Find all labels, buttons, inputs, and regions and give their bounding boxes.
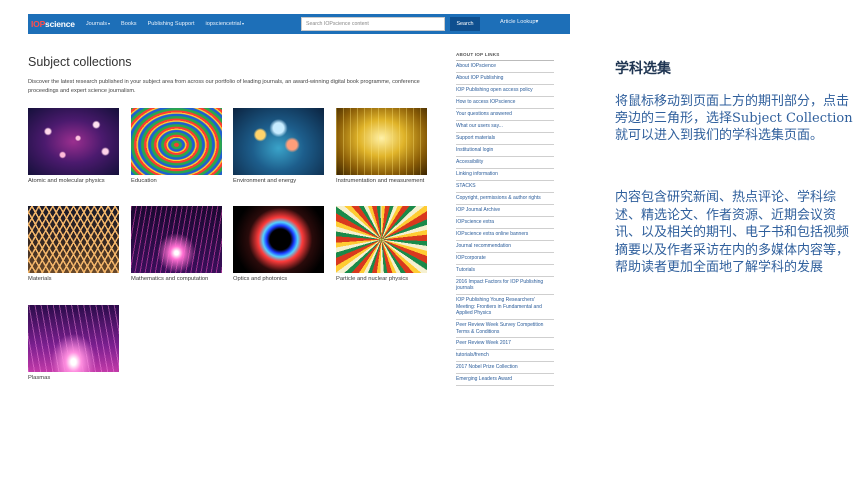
sidebar-link[interactable]: IOP Journal Archive [456, 205, 554, 217]
iopscience-logo[interactable]: IOPscience [31, 19, 75, 29]
collection-link-instrumentation[interactable]: Instrumentation and measurement [336, 178, 428, 185]
sidebar-link[interactable]: Tutorials [456, 265, 554, 277]
collection-link-plasmas[interactable]: Plasmas [28, 375, 120, 382]
sidebar-link[interactable]: IOPscience extra [456, 217, 554, 229]
top-navbar: IOPscience Journals▾ Books Publishing Su… [28, 14, 570, 34]
search-button[interactable]: Search [450, 17, 480, 31]
sidebar-link-list: About IOPscience About IOP Publishing IOP … [456, 61, 554, 387]
sidebar-link[interactable]: Peer Review Week Survey Competition Term… [456, 320, 554, 339]
search-input[interactable]: Search IOPscience content [301, 17, 445, 31]
collection-link-optics[interactable]: Optics and photonics [233, 276, 325, 283]
collection-image-environment[interactable] [233, 108, 324, 175]
chevron-down-icon: ▾ [535, 19, 539, 25]
collection-link-atomic[interactable]: Atomic and molecular physics [28, 178, 120, 185]
collection-link-mathematics[interactable]: Mathematics and computation [131, 276, 223, 283]
chevron-down-icon: ▾ [241, 21, 244, 26]
sidebar-link[interactable]: About IOPscience [456, 61, 554, 73]
collection-link-materials[interactable]: Materials [28, 276, 120, 283]
sidebar-link[interactable]: Peer Review Week 2017 [456, 338, 554, 351]
sidebar-link[interactable]: Institutional login [456, 145, 554, 157]
annotation-title: 学科选集 [615, 60, 671, 76]
sidebar-link[interactable]: 2016 Impact Factors for IOP Publishing j… [456, 277, 554, 296]
chevron-down-icon: ▾ [108, 21, 111, 26]
nav-books[interactable]: Books [121, 21, 137, 27]
collection-image-atomic[interactable] [28, 108, 119, 175]
collection-link-environment[interactable]: Environment and energy [233, 178, 325, 185]
collection-link-particle[interactable]: Particle and nuclear physics [336, 276, 428, 283]
collection-image-materials[interactable] [28, 206, 119, 273]
sidebar-link[interactable]: Your questions answered [456, 109, 554, 121]
collection-image-particle[interactable] [336, 206, 427, 273]
sidebar-link[interactable]: Accessibility [456, 157, 554, 169]
sidebar-link[interactable]: IOPscience extra online banners [456, 229, 554, 241]
collection-image-mathematics[interactable] [131, 206, 222, 273]
sidebar-link[interactable]: What our users say... [456, 121, 554, 133]
sidebar-link[interactable]: How to access IOPscience [456, 97, 554, 109]
sidebar-link[interactable]: Copyright, permissions & author rights [456, 193, 554, 205]
collection-image-plasmas[interactable] [28, 305, 119, 372]
collection-image-optics[interactable] [233, 206, 324, 273]
sidebar-link[interactable]: STACKS [456, 181, 554, 193]
sidebar-link[interactable]: Support materials [456, 133, 554, 145]
nav-journals[interactable]: Journals▾ [86, 21, 110, 27]
page-title: Subject collections [28, 55, 132, 69]
sidebar-link[interactable]: IOPcorporate [456, 253, 554, 265]
nav-publishing-support[interactable]: Publishing Support [148, 21, 195, 27]
collection-image-education[interactable] [131, 108, 222, 175]
article-lookup-menu[interactable]: Article Lookup▾ [500, 19, 538, 25]
sidebar-link[interactable]: tutorials/french [456, 350, 554, 363]
sidebar-link[interactable]: IOP Publishing open access policy [456, 85, 554, 97]
annotation-paragraph-1: 将鼠标移动到页面上方的期刊部分，点击旁边的三角形，选择Subject Colle… [615, 94, 853, 143]
about-links-sidebar: ABOUT IOP LINKS About IOPscience About IO… [456, 52, 554, 387]
sidebar-link[interactable]: About IOP Publishing [456, 73, 554, 85]
sidebar-link[interactable]: Linking information [456, 169, 554, 181]
collection-link-education[interactable]: Education [131, 178, 223, 185]
sidebar-link[interactable]: 2017 Nobel Prize Collection [456, 362, 554, 375]
sidebar-link[interactable]: Journal recommendation [456, 241, 554, 253]
annotation-paragraph-2: 内容包含研究新闻、热点评论、学科综述、精选论文、作者资源、近期会议资讯、以及相关… [615, 190, 850, 275]
iopscience-screenshot: IOPscience Journals▾ Books Publishing Su… [0, 0, 575, 493]
sidebar-link[interactable]: IOP Publishing Young Researchers' Meetin… [456, 295, 554, 320]
collection-image-instrumentation[interactable] [336, 108, 427, 175]
sidebar-heading: ABOUT IOP LINKS [456, 52, 554, 61]
nav-account[interactable]: iopsciencetrial▾ [206, 21, 244, 27]
page-intro: Discover the latest research published i… [28, 79, 420, 94]
sidebar-link[interactable]: Emerging Leaders Award [456, 374, 554, 387]
